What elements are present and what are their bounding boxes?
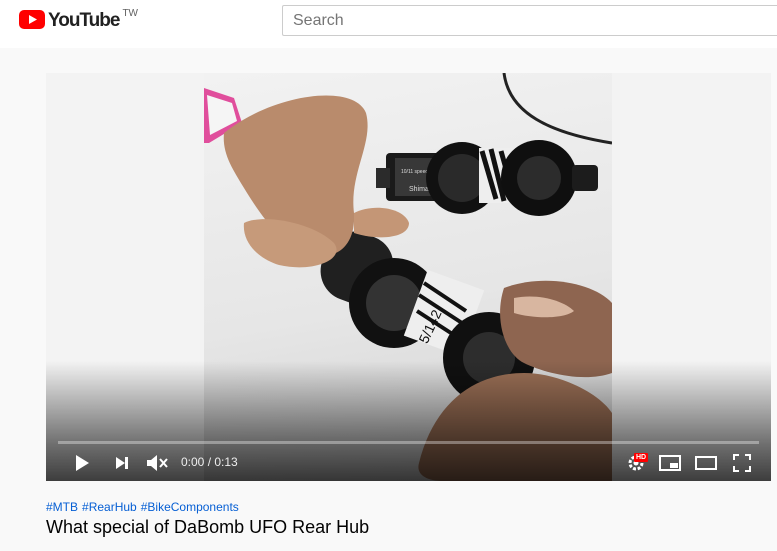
hashtag-link[interactable]: #MTB (46, 500, 78, 514)
next-button[interactable] (110, 451, 134, 475)
settings-button[interactable]: HD (622, 451, 650, 475)
logo-wordmark: YouTube (48, 10, 120, 31)
search-box[interactable] (282, 5, 777, 36)
hashtag-link[interactable]: #BikeComponents (141, 500, 239, 514)
search-input[interactable] (283, 6, 777, 35)
video-title: What special of DaBomb UFO Rear Hub (46, 517, 370, 537)
masthead: YouTube TW (0, 0, 777, 48)
miniplayer-icon (659, 455, 681, 471)
play-button[interactable] (70, 451, 94, 475)
next-icon (116, 457, 128, 469)
youtube-logo[interactable]: YouTube TW (19, 8, 138, 32)
theater-button[interactable] (692, 451, 720, 475)
fullscreen-button[interactable] (728, 451, 756, 475)
youtube-play-logo-icon (19, 10, 45, 29)
mute-button[interactable] (145, 451, 169, 475)
fullscreen-icon (733, 454, 751, 472)
theater-icon (695, 456, 717, 470)
video-player[interactable]: 10/11 speeds compatible Shimano 5/142 (46, 73, 771, 481)
hashtag-link[interactable]: #RearHub (82, 500, 137, 514)
mute-icon (147, 455, 168, 471)
logo-region-code: TW (122, 8, 138, 19)
progress-bar[interactable] (58, 441, 759, 444)
play-icon (76, 455, 89, 471)
time-display: 0:00 / 0:13 (181, 455, 238, 469)
miniplayer-button[interactable] (656, 451, 684, 475)
hashtag-list: #MTB #RearHub #BikeComponents (46, 500, 243, 514)
hd-badge: HD (634, 453, 649, 462)
